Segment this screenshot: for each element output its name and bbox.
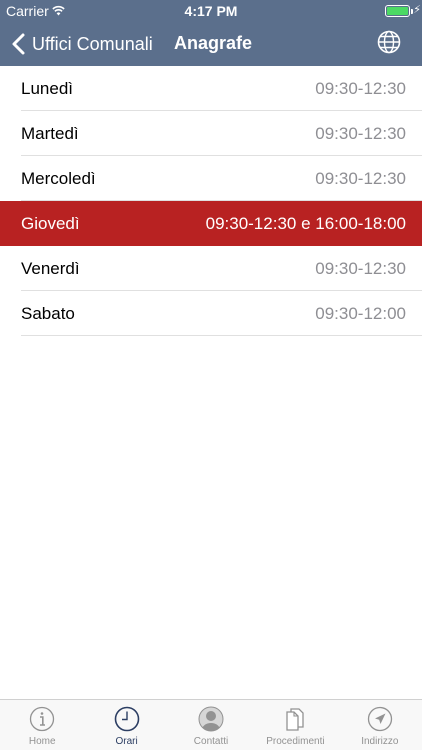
navigation-bar: Uffici Comunali Anagrafe — [0, 22, 422, 66]
hours-value: 09:30-12:00 — [315, 303, 406, 323]
tab-contatti[interactable]: Contatti — [169, 700, 253, 750]
back-button[interactable]: Uffici Comunali — [10, 32, 153, 56]
schedule-row-tuesday[interactable]: Martedì 09:30-12:30 — [0, 111, 422, 156]
person-icon — [198, 706, 224, 732]
day-label: Mercoledì — [21, 168, 96, 188]
tab-orari[interactable]: Orari — [84, 700, 168, 750]
tab-indirizzo[interactable]: Indirizzo — [338, 700, 422, 750]
schedule-row-thursday[interactable]: Giovedì 09:30-12:30 e 16:00-18:00 — [0, 201, 422, 246]
schedule-row-wednesday[interactable]: Mercoledì 09:30-12:30 — [0, 156, 422, 201]
info-icon — [30, 706, 55, 732]
schedule-list: Lunedì 09:30-12:30 Martedì 09:30-12:30 M… — [0, 66, 422, 336]
clock-time: 4:17 PM — [184, 3, 238, 19]
day-label: Giovedì — [21, 213, 80, 233]
header: Carrier 4:17 PM ⚡ Uffici Comunali Anagra… — [0, 0, 422, 66]
tab-label: Indirizzo — [361, 736, 399, 747]
schedule-row-friday[interactable]: Venerdì 09:30-12:30 — [0, 246, 422, 291]
day-label: Sabato — [21, 303, 75, 323]
hours-value: 09:30-12:30 e 16:00-18:00 — [205, 213, 406, 233]
tab-bar: Home Orari Contatti Procedimenti Indiriz… — [0, 699, 422, 750]
day-label: Lunedì — [21, 78, 73, 98]
day-label: Venerdì — [21, 258, 80, 278]
status-bar: Carrier 4:17 PM ⚡ — [0, 0, 422, 22]
clock-icon — [114, 706, 139, 732]
tab-label: Home — [28, 736, 56, 747]
location-arrow-icon — [367, 706, 392, 732]
chevron-left-icon — [12, 33, 25, 55]
tab-label: Orari — [115, 736, 138, 747]
globe-icon[interactable] — [377, 30, 401, 54]
documents-icon — [286, 708, 305, 731]
schedule-row-monday[interactable]: Lunedì 09:30-12:30 — [0, 66, 422, 111]
tab-procedimenti[interactable]: Procedimenti — [253, 700, 337, 750]
back-button-label: Uffici Comunali — [32, 33, 153, 54]
tab-label: Contatti — [193, 736, 229, 747]
tab-label: Procedimenti — [266, 736, 325, 747]
hours-value: 09:30-12:30 — [315, 168, 406, 188]
hours-value: 09:30-12:30 — [315, 123, 406, 143]
battery-icon — [385, 5, 410, 17]
schedule-row-saturday[interactable]: Sabato 09:30-12:00 — [0, 291, 422, 336]
tab-home[interactable]: Home — [0, 700, 84, 750]
hours-value: 09:30-12:30 — [315, 258, 406, 278]
day-label: Martedì — [21, 123, 79, 143]
charging-icon: ⚡ — [413, 4, 421, 16]
hours-value: 09:30-12:30 — [315, 78, 406, 98]
page-title: Anagrafe — [174, 33, 253, 53]
